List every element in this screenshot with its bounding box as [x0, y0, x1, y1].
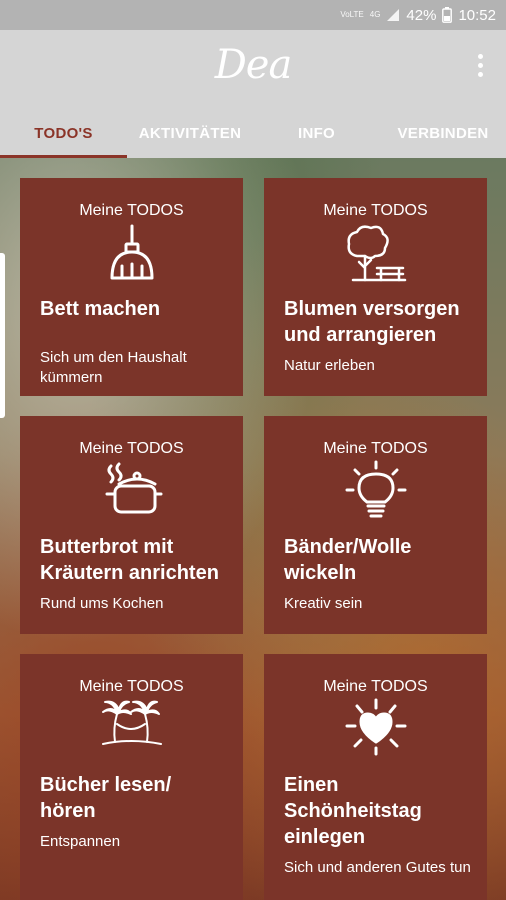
- card-title: Einen Schönheitstag einlegen: [284, 774, 422, 848]
- palm-hammock-icon: [101, 700, 162, 745]
- todo-card[interactable]: Meine TODOS Blumen versorgen und arrangi…: [264, 178, 487, 396]
- heart-rays-icon: [345, 698, 406, 756]
- card-title: Butterbrot mit Kräutern anrichten: [40, 536, 219, 584]
- card-title: Bänder/Wolle wickeln: [284, 536, 412, 584]
- volte-indicator: VoLTE: [340, 10, 364, 19]
- broom-icon: [110, 224, 153, 280]
- todo-card[interactable]: Meine TODOS Bett machen Sich um den Haus…: [20, 178, 243, 396]
- card-kicker: Meine TODOS: [79, 202, 184, 219]
- card-subtitle: Kreativ sein: [284, 595, 363, 612]
- card-kicker: Meine TODOS: [79, 440, 184, 457]
- battery-percent: 42%: [406, 6, 437, 24]
- tab-bar: TODO'S AKTIVITÄTEN INFO VERBINDEN: [0, 108, 506, 158]
- tab-aktivitaeten[interactable]: AKTIVITÄTEN: [127, 108, 253, 158]
- lightbulb-icon: [345, 460, 406, 518]
- todo-card[interactable]: Meine TODOS Einen Schönheitstag einlegen…: [264, 654, 487, 900]
- card-subtitle: Sich um den Haushalt kümmern: [40, 349, 187, 386]
- card-subtitle: Sich und anderen Gutes tun: [284, 859, 471, 876]
- card-kicker: Meine TODOS: [323, 202, 428, 219]
- tree-bench-icon: [346, 225, 406, 282]
- app-bar: Dea TODO'S AKTIVITÄTEN INFO VERBINDEN: [0, 30, 506, 158]
- clock: 10:52: [458, 6, 496, 24]
- card-title: Blumen versorgen und arrangieren: [284, 298, 460, 346]
- cooking-pot-icon: [105, 462, 162, 514]
- status-bar: VoLTE 4G 42% 10:52: [0, 0, 506, 30]
- todo-card[interactable]: Meine TODOS Bänder/Wolle wickeln Kreativ…: [264, 416, 487, 634]
- battery-icon: [442, 7, 453, 23]
- todo-grid: Meine TODOS Bett machen Sich um den Haus…: [0, 158, 506, 900]
- card-title: Bett machen: [40, 298, 161, 320]
- drawer-handle[interactable]: [0, 253, 5, 418]
- network-type-indicator: 4G: [369, 10, 381, 19]
- card-kicker: Meine TODOS: [323, 678, 428, 695]
- card-kicker: Meine TODOS: [79, 678, 184, 695]
- overflow-menu-icon[interactable]: [468, 50, 492, 80]
- tab-info[interactable]: INFO: [253, 108, 380, 158]
- card-subtitle: Entspannen: [40, 833, 121, 850]
- tab-verbinden[interactable]: VERBINDEN: [380, 108, 506, 158]
- card-title: Bücher lesen/ hören: [40, 774, 172, 822]
- card-kicker: Meine TODOS: [323, 440, 428, 457]
- tab-todos[interactable]: TODO'S: [0, 108, 127, 158]
- signal-icon: [387, 9, 400, 21]
- app-logo: Dea: [214, 42, 293, 88]
- todo-card[interactable]: Meine TODOS Bücher lesen/ hören Entspann…: [20, 654, 243, 900]
- todo-card[interactable]: Meine TODOS Butterbrot mit Kräutern anri…: [20, 416, 243, 634]
- card-subtitle: Natur erleben: [284, 357, 375, 374]
- card-subtitle: Rund ums Kochen: [40, 595, 164, 612]
